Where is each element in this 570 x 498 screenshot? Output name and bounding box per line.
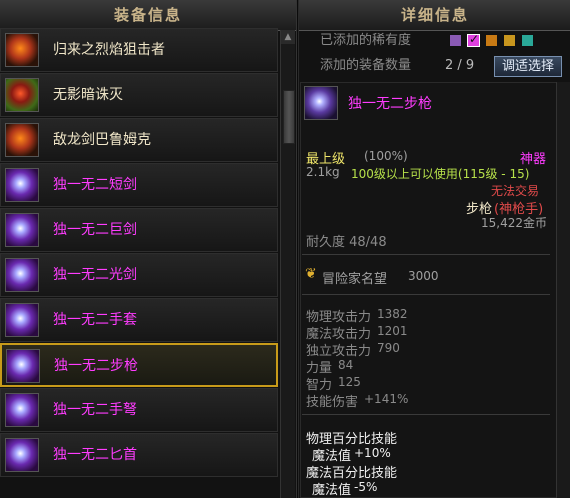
scroll-thumb[interactable] — [283, 90, 295, 144]
equipment-list-item[interactable]: 独一无二匕首 — [0, 433, 278, 477]
crossbow-icon — [5, 393, 39, 427]
renown-value: 3000 — [408, 269, 439, 283]
short-sword-icon — [5, 168, 39, 202]
equipment-list-item[interactable]: 独一无二巨剑 — [0, 208, 278, 252]
gauntlet-icon — [5, 303, 39, 337]
separator — [302, 414, 550, 415]
rarity-filter-checkbox[interactable] — [485, 34, 498, 47]
stat-value: 1382 — [377, 307, 408, 321]
item-grade-percent: (100%) — [364, 149, 408, 163]
equipment-count-label: 添加的装备数量 — [320, 58, 412, 73]
equipment-list-item[interactable]: 独一无二步枪 — [0, 343, 278, 387]
equipment-list-item[interactable]: 敌龙剑巴鲁姆克 — [0, 118, 278, 162]
equipment-list-item[interactable]: 归来之烈焰狙击者 — [0, 28, 278, 72]
equipment-item-label: 独一无二巨剑 — [53, 222, 137, 238]
equipment-item-label: 独一无二手弩 — [53, 402, 137, 418]
equipment-count-value: 2 / 9 — [445, 58, 475, 73]
rarity-filter-checkbox[interactable] — [449, 34, 462, 47]
flame-sniper-icon — [5, 33, 39, 67]
equipment-item-label: 独一无二光剑 — [53, 267, 137, 283]
equipment-list-item[interactable]: 独一无二手套 — [0, 298, 278, 342]
item-weight: 2.1kg — [306, 165, 340, 179]
equipment-list-title: 装备信息 — [0, 0, 296, 31]
skill-sub-value: -5% — [354, 480, 378, 494]
rarity-filter-checkbox[interactable] — [503, 34, 516, 47]
skill-sub-value: +10% — [354, 446, 391, 460]
equipment-item-label: 敌龙剑巴鲁姆克 — [53, 132, 151, 148]
equipment-list-scrollbar[interactable]: ▲ — [280, 30, 295, 498]
item-price: 15,422金币 — [481, 216, 547, 230]
rarity-filter-checkbox[interactable]: ✓ — [467, 32, 480, 47]
equipment-item-label: 归来之烈焰狙击者 — [53, 42, 165, 58]
equipment-list-item[interactable]: 无影暗诛灭 — [0, 73, 278, 117]
rarity-filter-checkbox[interactable] — [521, 34, 534, 47]
item-name: 独一无二步枪 — [348, 96, 432, 112]
light-sword-icon — [5, 258, 39, 292]
equipment-list-item[interactable]: 独一无二手弩 — [0, 388, 278, 432]
equipment-list-item[interactable]: 独一无二短剑 — [0, 163, 278, 207]
dragon-sword-icon — [5, 123, 39, 157]
stat-value: 125 — [338, 375, 361, 389]
equipment-list-item[interactable]: 独一无二光剑 — [0, 253, 278, 297]
untradeable-label: 无法交易 — [491, 184, 540, 198]
separator — [302, 254, 550, 255]
rifle-icon — [6, 349, 40, 383]
renown-icon: ❦ — [305, 266, 317, 282]
stat-label: 技能伤害 — [306, 395, 359, 410]
shadow-weapon-icon — [5, 78, 39, 112]
equipment-item-label: 独一无二短剑 — [53, 177, 137, 193]
equipment-item-label: 独一无二步枪 — [54, 358, 138, 374]
rifle-icon — [304, 86, 338, 120]
checkmark-icon: ✓ — [469, 32, 480, 46]
item-durability: 耐久度 48/48 — [306, 235, 387, 250]
dagger-icon — [5, 438, 39, 472]
scroll-up-arrow-icon[interactable]: ▲ — [281, 30, 295, 44]
great-sword-icon — [5, 213, 39, 247]
separator — [302, 294, 550, 295]
detail-info-title: 详细信息 — [299, 0, 570, 31]
stat-value: +141% — [364, 392, 409, 406]
stat-value: 790 — [377, 341, 400, 355]
equipment-item-label: 独一无二手套 — [53, 312, 137, 328]
stat-value: 1201 — [377, 324, 408, 338]
rarity-added-label: 已添加的稀有度 — [320, 33, 412, 48]
renown-label: 冒险家名望 — [322, 272, 388, 287]
skill-sub-label: 魔法值 — [312, 483, 352, 498]
equipment-item-label: 无影暗诛灭 — [53, 87, 123, 103]
detail-scrollbar[interactable] — [556, 82, 570, 498]
adjust-select-button[interactable]: 调适选择 — [494, 56, 562, 77]
equipment-item-label: 独一无二匕首 — [53, 447, 137, 463]
stat-value: 84 — [338, 358, 354, 372]
item-level-requirement: 100级以上可以使用(115级 - 15) — [351, 167, 530, 181]
